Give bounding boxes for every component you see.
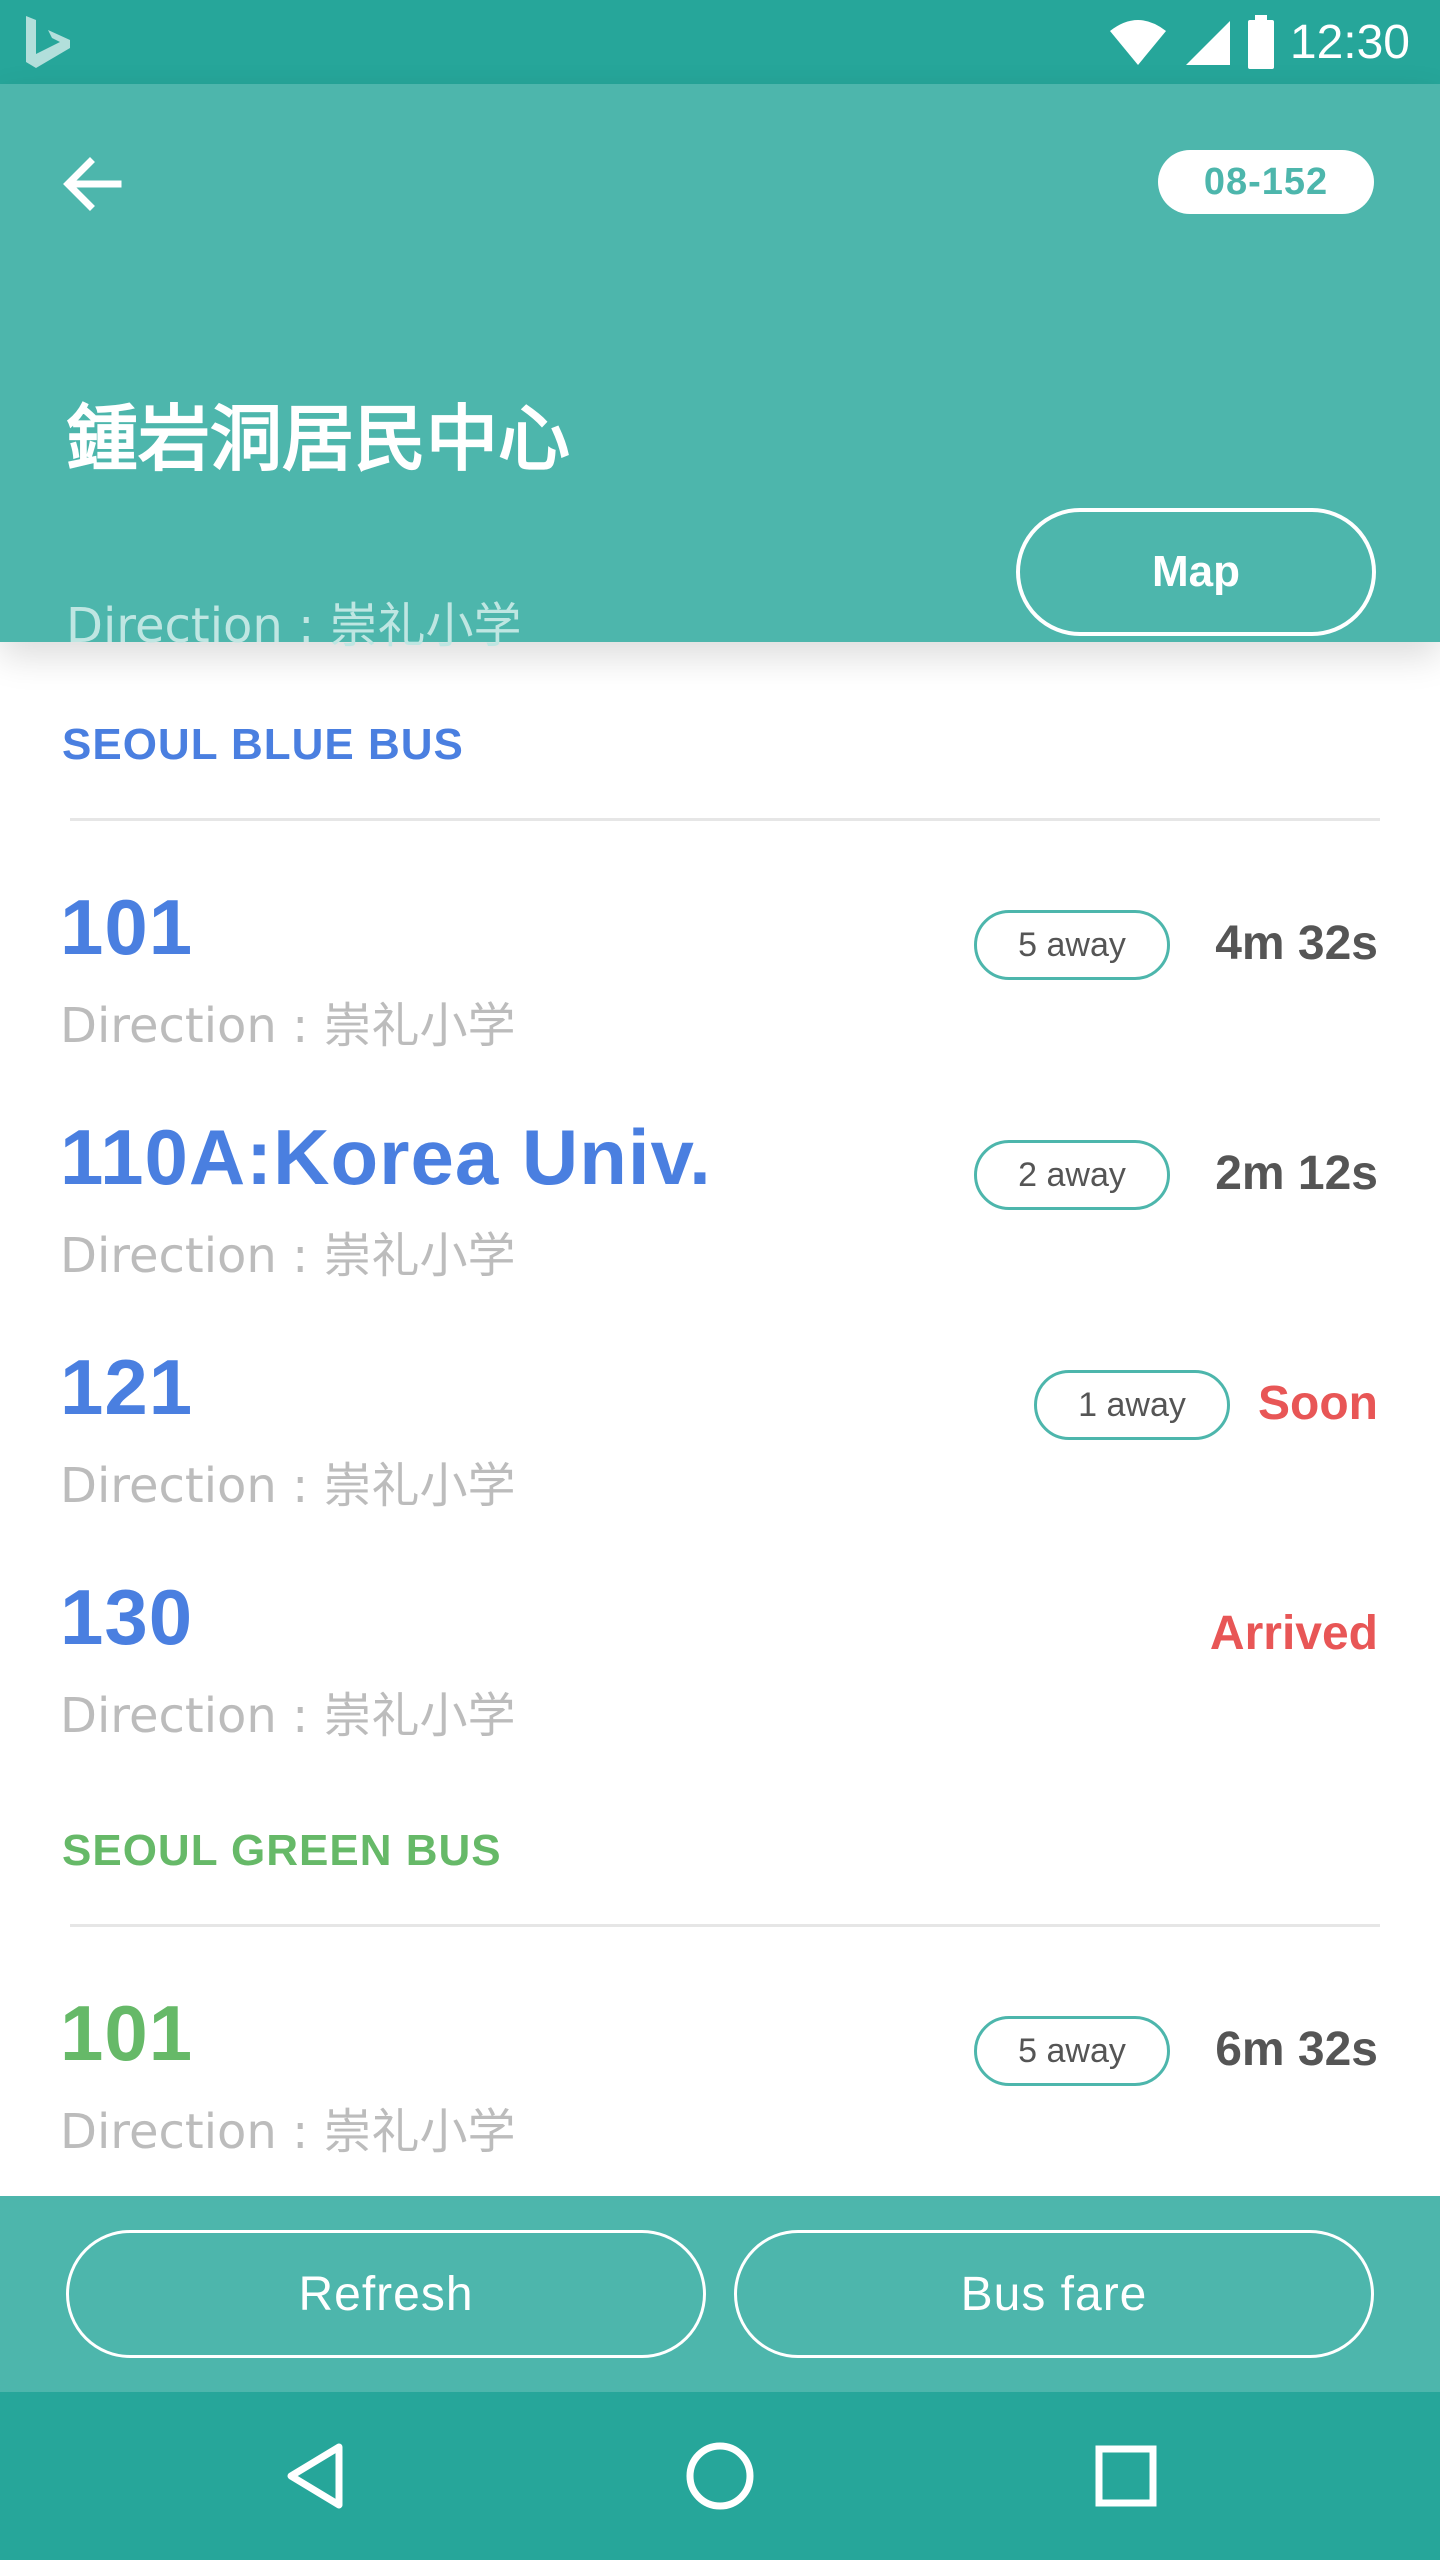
- stop-name: 鍾岩洞居民中心: [66, 397, 571, 481]
- cellular-signal-icon: [1185, 21, 1230, 65]
- bus-fare-button[interactable]: Bus fare: [734, 2230, 1374, 2358]
- route-row[interactable]: 110A:Korea Univ. Direction : 崇礼小学 2 away 2m…: [0, 1112, 1440, 1332]
- refresh-button[interactable]: Refresh: [66, 2230, 706, 2358]
- section-title: SEOUL BLUE BUS: [62, 720, 464, 769]
- route-row[interactable]: 101 Direction : 崇礼小学 5 away 4m 32s: [0, 882, 1440, 1102]
- bottom-action-bar: Refresh Bus fare: [0, 2196, 1440, 2392]
- route-number: 121: [60, 1343, 194, 1431]
- route-direction: Direction : 崇礼小学: [60, 1688, 516, 1744]
- stop-id-badge: 08-152: [1158, 150, 1374, 214]
- route-row[interactable]: 101 Direction : 崇礼小学 5 away 6m 32s: [0, 1988, 1440, 2196]
- map-button[interactable]: Map: [1016, 508, 1376, 636]
- arrow-left-icon: [63, 157, 122, 211]
- route-number: 130: [60, 1573, 194, 1661]
- route-direction: Direction : 崇礼小学: [60, 1458, 516, 1514]
- nav-home-button[interactable]: [680, 2436, 760, 2516]
- arrival-time: 4m 32s: [1215, 917, 1378, 970]
- stops-away-badge: 5 away: [974, 2016, 1170, 2086]
- route-row[interactable]: 130 Direction : 崇礼小学 Arrived: [0, 1572, 1440, 1792]
- route-list[interactable]: SEOUL BLUE BUS 101 Direction : 崇礼小学 5 away 4…: [0, 642, 1440, 2196]
- status-bar: 12:30: [0, 0, 1440, 84]
- back-triangle-icon: [287, 2443, 343, 2509]
- section-divider: [70, 1924, 1380, 1927]
- system-nav-bar: [0, 2392, 1440, 2560]
- stops-away-badge: 2 away: [974, 1140, 1170, 1210]
- home-circle-icon: [686, 2442, 754, 2510]
- arrival-time: Arrived: [1209, 1607, 1378, 1660]
- status-time: 12:30: [1289, 15, 1410, 69]
- arrival-time: 2m 12s: [1215, 1147, 1378, 1200]
- stops-away-badge: 1 away: [1034, 1370, 1230, 1440]
- arrival-time: 6m 32s: [1215, 2023, 1378, 2076]
- arrival-time: Soon: [1258, 1377, 1378, 1430]
- stops-away-badge: 5 away: [974, 910, 1170, 980]
- route-direction: Direction : 崇礼小学: [60, 1228, 516, 1284]
- route-number: 101: [60, 883, 194, 971]
- route-direction: Direction : 崇礼小学: [60, 998, 516, 1054]
- route-row[interactable]: 121 Direction : 崇礼小学 1 away Soon: [0, 1342, 1440, 1562]
- route-number: 101: [60, 1989, 194, 2077]
- nav-back-button[interactable]: [276, 2436, 356, 2516]
- stop-header: 08-152 鍾岩洞居民中心 Direction : 崇礼小学 Map: [0, 84, 1440, 654]
- stop-direction: Direction : 崇礼小学: [66, 598, 522, 654]
- wifi-icon: [1109, 20, 1166, 65]
- nav-recents-button[interactable]: [1086, 2436, 1166, 2516]
- route-number: 110A:Korea Univ.: [60, 1113, 712, 1201]
- status-icons: 12:30: [1108, 12, 1410, 72]
- bing-logo-icon: [26, 16, 70, 68]
- route-direction: Direction : 崇礼小学: [60, 2104, 516, 2160]
- section-title: SEOUL GREEN BUS: [62, 1826, 502, 1875]
- section-divider: [70, 818, 1380, 821]
- back-button[interactable]: [52, 144, 132, 224]
- battery-icon: [1247, 15, 1274, 69]
- recents-square-icon: [1095, 2445, 1157, 2507]
